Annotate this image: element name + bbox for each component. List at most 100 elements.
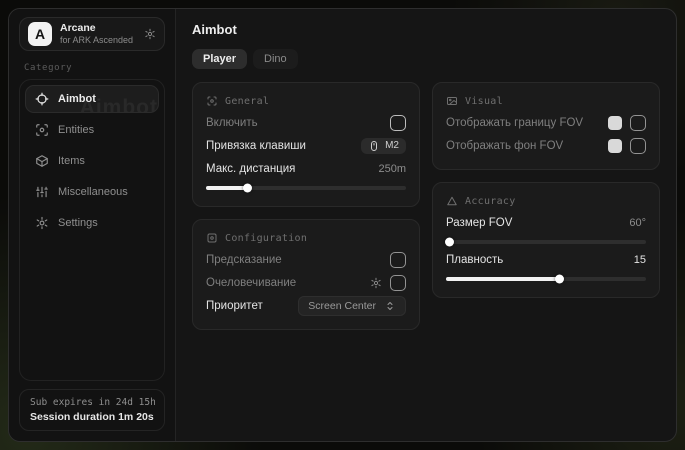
config-box-icon xyxy=(206,232,218,244)
sidebar-item-items[interactable]: Items xyxy=(25,147,159,175)
fov-size-row: Размер FOV 60° xyxy=(446,211,646,234)
fov-size-value: 60° xyxy=(629,217,646,229)
slider-thumb[interactable] xyxy=(243,184,252,193)
visual-card: Visual Отображать границу FOV Отображать… xyxy=(432,82,660,170)
sidebar-item-label: Entities xyxy=(58,124,94,136)
keybind-label: Привязка клавиши xyxy=(206,140,306,152)
focus-icon xyxy=(206,95,218,107)
fov-border-label: Отображать границу FOV xyxy=(446,117,583,129)
configuration-card: Configuration Предсказание Очеловечивани… xyxy=(192,219,420,330)
sidebar-item-miscellaneous[interactable]: Miscellaneous xyxy=(25,178,159,206)
sidebar-item-aimbot[interactable]: Aimbot Aimbot xyxy=(25,85,159,113)
fov-bg-label: Отображать фон FOV xyxy=(446,140,563,152)
left-column: General Включить Привязка клавиши M2 xyxy=(192,82,420,330)
configuration-card-header: Configuration xyxy=(206,232,406,244)
fov-border-row: Отображать границу FOV xyxy=(446,111,646,134)
sidebar-nav: Aimbot Aimbot Entities Items Miscellaneo… xyxy=(19,79,165,381)
gear-icon xyxy=(35,216,49,230)
card-title: General xyxy=(225,96,269,107)
fov-bg-row: Отображать фон FOV xyxy=(446,134,646,157)
enable-label: Включить xyxy=(206,117,258,129)
brand-name: Arcane xyxy=(60,22,133,35)
priority-dropdown[interactable]: Screen Center xyxy=(298,296,406,316)
slider-thumb[interactable] xyxy=(555,275,564,284)
smoothness-value: 15 xyxy=(634,254,646,266)
distance-label: Макс. дистанция xyxy=(206,163,295,175)
sliders-icon xyxy=(35,185,49,199)
sidebar-item-entities[interactable]: Entities xyxy=(25,116,159,144)
gear-icon[interactable] xyxy=(144,28,156,40)
smoothness-row: Плавность 15 xyxy=(446,248,646,271)
prediction-label: Предсказание xyxy=(206,254,282,266)
card-title: Configuration xyxy=(225,233,307,244)
humanize-row: Очеловечивание xyxy=(206,271,406,294)
brand-card: A Arcane for ARK Ascended xyxy=(19,17,165,51)
smoothness-slider[interactable] xyxy=(446,277,646,281)
fov-bg-controls xyxy=(608,138,646,154)
prediction-checkbox[interactable] xyxy=(390,252,406,268)
smoothness-label: Плавность xyxy=(446,254,503,266)
main-panel: Aimbot Player Dino General Включить xyxy=(176,9,676,441)
keybind-row: Привязка клавиши M2 xyxy=(206,134,406,157)
color-swatch[interactable] xyxy=(608,139,622,153)
slider-fill xyxy=(206,186,248,190)
accuracy-card-header: Accuracy xyxy=(446,195,646,207)
enable-row: Включить xyxy=(206,111,406,134)
brand-subtitle: for ARK Ascended xyxy=(60,35,133,46)
sidebar-item-settings[interactable]: Settings xyxy=(25,209,159,237)
general-card-header: General xyxy=(206,95,406,107)
visual-card-header: Visual xyxy=(446,95,646,107)
right-column: Visual Отображать границу FOV Отображать… xyxy=(432,82,660,298)
arcane-menu-window: A Arcane for ARK Ascended Category Aimbo… xyxy=(8,8,677,442)
fov-border-checkbox[interactable] xyxy=(630,115,646,131)
box-icon xyxy=(35,154,49,168)
slider-thumb[interactable] xyxy=(445,238,454,247)
mouse-icon xyxy=(368,140,380,152)
scan-icon xyxy=(35,123,49,137)
page-title: Aimbot xyxy=(192,22,660,37)
crosshair-icon xyxy=(35,92,49,106)
fov-bg-checkbox[interactable] xyxy=(630,138,646,154)
humanize-controls xyxy=(370,275,406,291)
priority-label: Приоритет xyxy=(206,300,263,312)
slider-fill xyxy=(446,240,450,244)
image-icon xyxy=(446,95,458,107)
distance-value: 250m xyxy=(378,163,406,175)
humanize-label: Очеловечивание xyxy=(206,277,296,289)
priority-row: Приоритет Screen Center xyxy=(206,294,406,317)
enable-checkbox[interactable] xyxy=(390,115,406,131)
distance-slider[interactable] xyxy=(206,186,406,190)
sidebar-item-label: Items xyxy=(58,155,85,167)
chevrons-up-down-icon xyxy=(384,300,396,312)
tab-dino[interactable]: Dino xyxy=(253,49,298,69)
sidebar-item-label: Settings xyxy=(58,217,98,229)
slider-fill xyxy=(446,277,560,281)
triangle-icon xyxy=(446,195,458,207)
prediction-row: Предсказание xyxy=(206,248,406,271)
session-duration-text: Session duration 1m 20s xyxy=(30,411,154,423)
keybind-value: M2 xyxy=(385,140,399,151)
fov-border-controls xyxy=(608,115,646,131)
fov-size-label: Размер FOV xyxy=(446,217,512,229)
category-label: Category xyxy=(24,63,160,73)
sidebar-item-label: Miscellaneous xyxy=(58,186,128,198)
card-title: Visual xyxy=(465,96,503,107)
sub-expires-text: Sub expires in 24d 15h xyxy=(30,397,154,408)
gear-icon[interactable] xyxy=(370,277,382,289)
tab-player[interactable]: Player xyxy=(192,49,247,69)
accuracy-card: Accuracy Размер FOV 60° Плавность xyxy=(432,182,660,298)
subscription-status-card: Sub expires in 24d 15h Session duration … xyxy=(19,389,165,431)
fov-size-slider[interactable] xyxy=(446,240,646,244)
card-title: Accuracy xyxy=(465,196,516,207)
distance-row: Макс. дистанция 250m xyxy=(206,157,406,180)
color-swatch[interactable] xyxy=(608,116,622,130)
humanize-checkbox[interactable] xyxy=(390,275,406,291)
tab-bar: Player Dino xyxy=(192,49,660,69)
brand-logo: A xyxy=(28,22,52,46)
brand-text: Arcane for ARK Ascended xyxy=(60,22,133,46)
keybind-button[interactable]: M2 xyxy=(361,138,406,154)
priority-value: Screen Center xyxy=(308,300,376,312)
cards-grid: General Включить Привязка клавиши M2 xyxy=(192,82,660,330)
sidebar: A Arcane for ARK Ascended Category Aimbo… xyxy=(9,9,176,441)
sidebar-ghost-label: Aimbot xyxy=(80,96,158,113)
